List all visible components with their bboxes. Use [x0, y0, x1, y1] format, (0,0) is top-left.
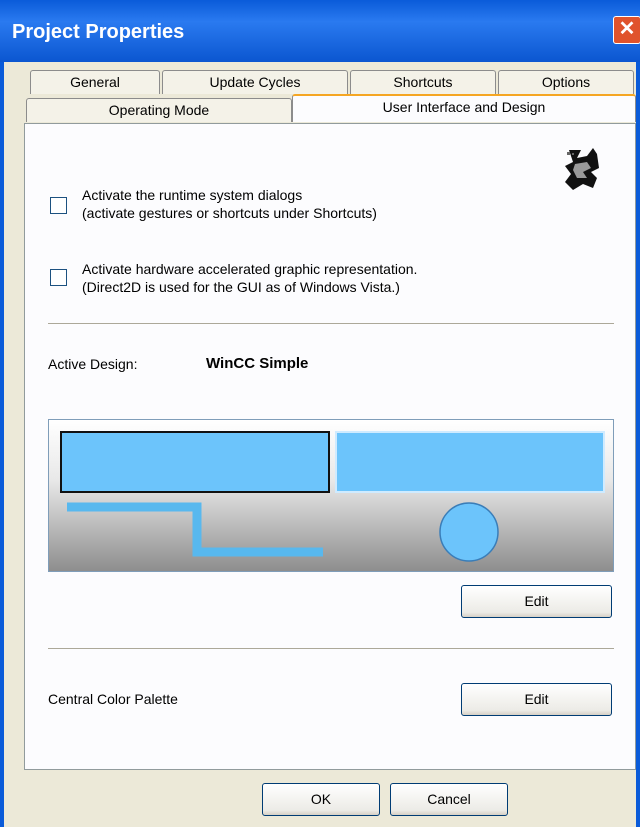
preview-selected-box [60, 431, 330, 493]
tab-options[interactable]: Options [498, 70, 634, 94]
ok-button[interactable]: OK [262, 783, 380, 816]
active-design-value: WinCC Simple [206, 355, 309, 372]
cancel-button[interactable]: Cancel [390, 783, 508, 816]
close-icon: ✕ [618, 18, 636, 40]
tab-general[interactable]: General [30, 70, 160, 94]
tab-update-cycles[interactable]: Update Cycles [162, 70, 348, 94]
hardware-acceleration-note: (Direct2D is used for the GUI as of Wind… [82, 279, 400, 295]
runtime-dialogs-checkbox[interactable] [50, 197, 67, 214]
window-title: Project Properties [12, 21, 185, 43]
preview-circle [439, 502, 499, 562]
separator [48, 648, 614, 649]
wincc-logo-icon [563, 148, 601, 192]
tab-shortcuts[interactable]: Shortcuts [350, 70, 496, 94]
hardware-acceleration-checkbox[interactable] [50, 269, 67, 286]
window-border-right [636, 62, 640, 827]
close-button[interactable]: ✕ [613, 16, 640, 44]
tab-operating-mode[interactable]: Operating Mode [26, 98, 292, 122]
central-color-palette-label: Central Color Palette [48, 691, 178, 707]
tab-user-interface-and-design[interactable]: User Interface and Design [292, 94, 636, 122]
separator [48, 323, 614, 324]
preview-box [335, 431, 605, 493]
design-preview-graphic [60, 431, 605, 562]
design-preview [48, 419, 614, 572]
preview-pipe [67, 502, 323, 557]
runtime-dialogs-note: (activate gestures or shortcuts under Sh… [82, 205, 377, 221]
hardware-acceleration-label: Activate hardware accelerated graphic re… [82, 261, 418, 277]
title-bar[interactable]: Project Properties ✕ [0, 0, 640, 62]
edit-design-button[interactable]: Edit [461, 585, 612, 618]
active-design-label: Active Design: [48, 356, 138, 372]
edit-palette-button[interactable]: Edit [461, 683, 612, 716]
window-border-left [0, 62, 4, 827]
runtime-dialogs-label: Activate the runtime system dialogs [82, 187, 303, 203]
